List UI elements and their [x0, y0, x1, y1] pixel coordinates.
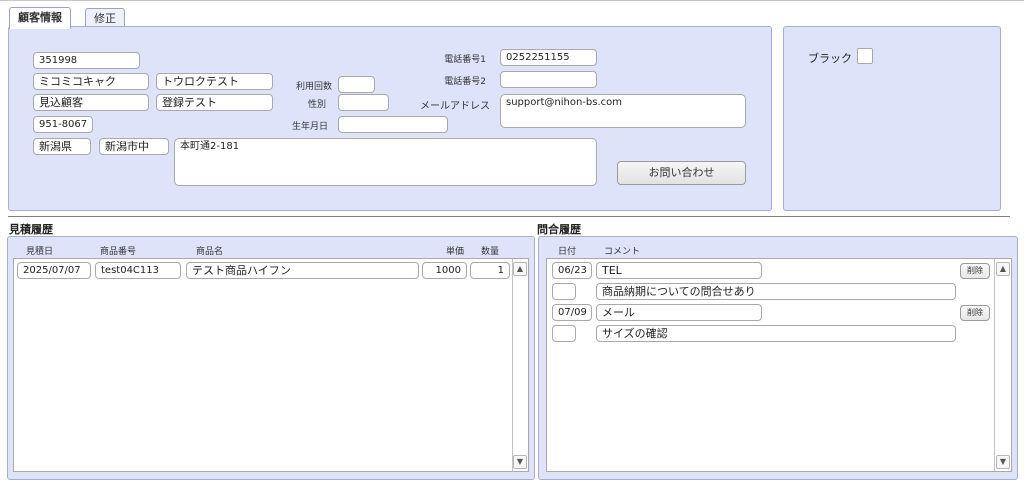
quote-scroll-down-icon[interactable]: ▼ — [513, 455, 527, 469]
usage-count-label: 利用回数 — [295, 82, 332, 92]
quote-product-no-header: 商品番号 — [100, 247, 137, 257]
inquiry-type-cell[interactable]: メール — [596, 304, 762, 321]
quote-date-cell[interactable]: 2025/07/07 — [17, 262, 91, 279]
inquiry-blank-cell[interactable] — [552, 325, 576, 342]
quote-qty-header: 数量 — [481, 247, 500, 257]
tab-customer-info[interactable]: 顧客情報 — [9, 7, 71, 29]
city-field[interactable]: 新潟市中 — [99, 138, 169, 155]
name-kana-first-field[interactable]: トウロクテスト — [156, 73, 273, 90]
quote-history-title: 見積履歴 — [9, 223, 53, 236]
section-divider — [8, 216, 1010, 217]
phone1-field[interactable]: 0252251155 — [500, 49, 597, 66]
inquiry-detail-cell[interactable]: サイズの確認 — [596, 325, 956, 342]
phone1-label: 電話番号1 — [444, 55, 486, 65]
inquiry-type-cell[interactable]: TEL — [596, 262, 762, 279]
inquiry-scrollbar[interactable] — [994, 259, 1011, 471]
email-label: メールアドレス — [420, 101, 490, 112]
tab-edit[interactable]: 修正 — [85, 8, 125, 28]
inquiry-history-title: 問合履歴 — [537, 223, 581, 236]
address-field[interactable]: 本町通2-181 — [174, 138, 597, 186]
gender-field[interactable] — [338, 94, 389, 111]
quote-product-no-cell[interactable]: test04C113 — [95, 262, 181, 279]
quote-date-header: 見積日 — [26, 247, 54, 257]
phone2-label: 電話番号2 — [444, 77, 486, 87]
name-kana-last-field[interactable]: ミコミコキャク — [33, 73, 149, 90]
inquiry-comment-header: コメント — [604, 247, 641, 257]
quote-qty-cell[interactable]: 1 — [470, 262, 510, 279]
name-last-field[interactable]: 見込顧客 — [33, 94, 149, 111]
postal-code-field[interactable]: 951-8067 — [33, 116, 93, 133]
inquiry-detail-cell[interactable]: 商品納期についての問合せあり — [596, 283, 956, 300]
inquiry-date-header: 日付 — [558, 247, 577, 257]
blacklist-label: ブラック — [808, 52, 852, 65]
inquiry-delete-button[interactable]: 削除 — [960, 305, 990, 321]
quote-list[interactable] — [13, 258, 529, 472]
top-border — [0, 0, 1024, 1]
inquiry-blank-cell[interactable] — [552, 283, 576, 300]
quote-price-header: 単価 — [446, 247, 465, 257]
quote-scrollbar[interactable] — [512, 259, 528, 471]
inquiry-delete-button[interactable]: 削除 — [960, 263, 990, 279]
name-first-field[interactable]: 登録テスト — [156, 94, 273, 111]
inquiry-scroll-up-icon[interactable]: ▲ — [996, 262, 1010, 276]
usage-count-field[interactable] — [338, 76, 375, 93]
prefecture-field[interactable]: 新潟県 — [33, 138, 91, 155]
quote-price-cell[interactable]: 1000 — [422, 262, 467, 279]
quote-scroll-up-icon[interactable]: ▲ — [513, 262, 527, 276]
customer-id-field[interactable]: 351998 — [33, 52, 140, 69]
inquiry-button[interactable]: お問い合わせ — [617, 161, 746, 185]
inquiry-date-cell[interactable]: 06/23 — [552, 262, 592, 279]
phone2-field[interactable] — [500, 71, 597, 88]
inquiry-scroll-down-icon[interactable]: ▼ — [996, 455, 1010, 469]
quote-product-name-cell[interactable]: テスト商品ハイフン — [186, 262, 419, 279]
gender-label: 性別 — [307, 100, 326, 110]
birthdate-field[interactable] — [338, 116, 448, 133]
quote-product-name-header: 商品名 — [196, 247, 224, 257]
birthdate-label: 生年月日 — [291, 122, 328, 132]
email-field[interactable]: support@nihon-bs.com — [500, 94, 746, 128]
blacklist-checkbox[interactable] — [857, 48, 873, 64]
inquiry-date-cell[interactable]: 07/09 — [552, 304, 592, 321]
